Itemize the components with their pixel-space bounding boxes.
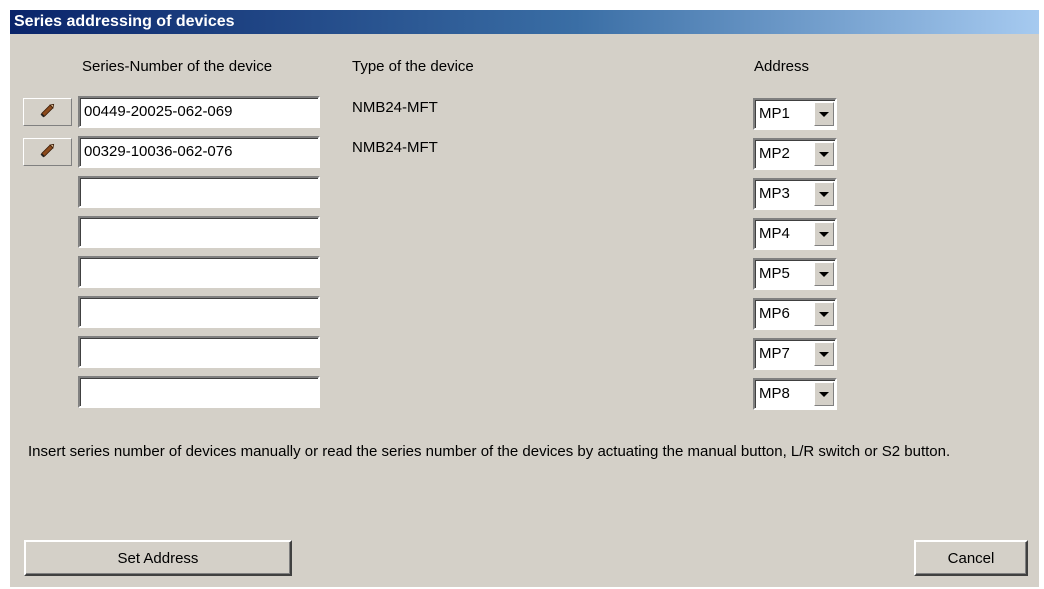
header-address: Address	[754, 58, 810, 75]
series-addressing-dialog: Series addressing of devices Series-Numb…	[10, 10, 1039, 587]
address-value: MP8	[759, 385, 790, 402]
chevron-down-icon[interactable]	[814, 222, 834, 246]
device-type-label: NMB24-MFT	[352, 139, 438, 156]
chevron-down-icon[interactable]	[814, 302, 834, 326]
chevron-down-icon[interactable]	[814, 102, 834, 126]
address-select[interactable]: MP2	[753, 138, 837, 170]
address-select[interactable]: MP1	[753, 98, 837, 130]
info-text: Insert series number of devices manually…	[28, 443, 951, 460]
serial-number-input[interactable]	[78, 296, 320, 328]
chevron-down-icon[interactable]	[814, 182, 834, 206]
address-select[interactable]: MP4	[753, 218, 837, 250]
serial-number-input[interactable]	[78, 176, 320, 208]
dialog-title: Series addressing of devices	[10, 10, 1039, 34]
edit-serial-button[interactable]	[23, 138, 72, 166]
chevron-down-icon[interactable]	[814, 342, 834, 366]
address-select[interactable]: MP3	[753, 178, 837, 210]
edit-serial-button[interactable]	[23, 98, 72, 126]
header-device-type: Type of the device	[352, 58, 474, 75]
address-value: MP7	[759, 345, 790, 362]
chevron-down-icon[interactable]	[814, 142, 834, 166]
pencil-icon	[38, 100, 58, 124]
chevron-down-icon[interactable]	[814, 262, 834, 286]
set-address-button[interactable]: Set Address	[24, 540, 292, 576]
address-select[interactable]: MP7	[753, 338, 837, 370]
address-value: MP5	[759, 265, 790, 282]
serial-number-input[interactable]	[78, 376, 320, 408]
address-value: MP4	[759, 225, 790, 242]
serial-number-input[interactable]: 00329-10036-062-076	[78, 136, 320, 168]
address-value: MP1	[759, 105, 790, 122]
address-value: MP2	[759, 145, 790, 162]
serial-number-input[interactable]	[78, 256, 320, 288]
device-type-label: NMB24-MFT	[352, 99, 438, 116]
cancel-button[interactable]: Cancel	[914, 540, 1028, 576]
address-value: MP6	[759, 305, 790, 322]
serial-number-input[interactable]: 00449-20025-062-069	[78, 96, 320, 128]
pencil-icon	[38, 140, 58, 164]
header-series-number: Series-Number of the device	[82, 58, 273, 75]
serial-number-input[interactable]	[78, 216, 320, 248]
address-select[interactable]: MP5	[753, 258, 837, 290]
address-select[interactable]: MP6	[753, 298, 837, 330]
address-select[interactable]: MP8	[753, 378, 837, 410]
address-value: MP3	[759, 185, 790, 202]
chevron-down-icon[interactable]	[814, 382, 834, 406]
serial-number-input[interactable]	[78, 336, 320, 368]
